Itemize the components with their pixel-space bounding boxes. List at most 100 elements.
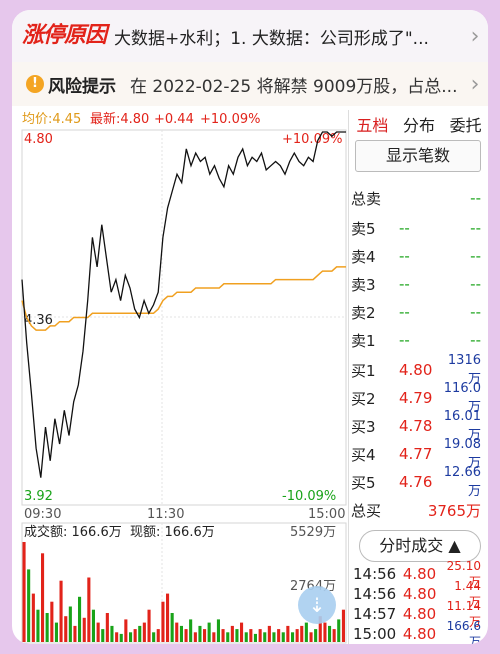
buy-level-label: 买3: [351, 417, 376, 436]
volume-bar: [87, 577, 91, 642]
sell-price: --: [399, 303, 410, 321]
buy-price: 4.80: [399, 361, 433, 379]
avg-price-line: [21, 266, 346, 331]
total-buy-label: 总买: [351, 501, 382, 520]
buy-level-label: 买2: [351, 389, 376, 408]
buy-price: 4.79: [399, 389, 433, 407]
volume-bar: [300, 625, 304, 642]
volume-bar: [253, 633, 257, 642]
tick-row: 15:00 4.80 166.6万: [349, 619, 488, 645]
buy-row[interactable]: 买5 4.76 12.66万: [349, 465, 488, 499]
sell-row[interactable]: 卖5 -- --: [349, 214, 488, 242]
time-mid-label: 11:30: [147, 507, 184, 522]
tick-trades-button[interactable]: 分时成交 ▲: [359, 530, 481, 562]
volume-bar: [332, 629, 336, 642]
current-amount-label: 现额: 166.6万: [130, 525, 215, 540]
volume-bar: [22, 542, 26, 642]
volume-bar: [68, 606, 72, 642]
volume-bar: [314, 629, 318, 642]
tab-distribution[interactable]: 分布: [396, 112, 443, 136]
limit-up-logo: 涨停原因: [22, 23, 107, 48]
tick-price: 4.80: [402, 565, 437, 583]
tick-price: 4.80: [403, 585, 437, 603]
y-bot-label: 3.92: [24, 489, 53, 504]
buy-row[interactable]: 买4 4.77 19.08万: [349, 437, 488, 471]
volume-bar: [328, 625, 332, 642]
sell-level-label: 卖4: [351, 247, 376, 266]
volume-bar: [59, 580, 63, 642]
volume-bar: [281, 632, 285, 642]
sell-row[interactable]: 卖4 -- --: [349, 242, 488, 270]
volume-bar: [152, 632, 156, 642]
volume-bar: [198, 625, 202, 642]
buy-level-label: 买1: [351, 361, 376, 380]
sell-volume: --: [470, 219, 481, 237]
tab-five-levels[interactable]: 五档: [349, 112, 396, 136]
buy-level-label: 买5: [351, 473, 376, 492]
order-book-panel: 五档 分布 委托 显示笔数 总卖 -- 卖5 -- -- 卖4 -- -- 卖3 -- -- 卖2…: [348, 110, 488, 644]
tick-price: 4.80: [402, 605, 437, 623]
avg-price-label: 均价:4.45: [22, 112, 81, 127]
chevron-right-icon[interactable]: ›: [462, 24, 488, 49]
volume-bar: [179, 625, 183, 642]
volume-bar: [286, 625, 290, 642]
sell-price: --: [399, 275, 410, 293]
volume-bar: [91, 609, 95, 642]
total-buy-value: 3765万: [427, 501, 481, 520]
tick-volume: 166.6万: [446, 618, 481, 645]
volume-bar: [230, 625, 234, 642]
tick-time: 14:56: [353, 585, 397, 603]
time-start-label: 09:30: [24, 507, 61, 522]
change-pct-label: +10.09%: [200, 112, 260, 127]
volume-max-label: 5529万: [290, 525, 336, 540]
buy-level-label: 买4: [351, 445, 376, 464]
y-top-label: 4.80: [24, 132, 53, 147]
tab-orders[interactable]: 委托: [442, 112, 488, 136]
tick-time: 15:00: [353, 625, 397, 643]
risk-warning-text: 在 2022-02-25 将解禁 9009万股，占总...: [130, 76, 458, 97]
volume-bar: [50, 601, 54, 642]
tick-time: 14:57: [353, 605, 397, 623]
volume-bar: [115, 632, 119, 642]
sell-row[interactable]: 卖3 -- --: [349, 270, 488, 298]
sell-row[interactable]: 卖2 -- --: [349, 298, 488, 326]
sell-volume: --: [470, 331, 481, 349]
sell-price: --: [399, 331, 410, 349]
total-buy-row: 总买 3765万: [349, 496, 488, 524]
sell-row[interactable]: 卖1 -- --: [349, 326, 488, 354]
limit-up-reason-banner[interactable]: 涨停原因 大数据+水利；1. 大数据：公司形成了"... ›: [12, 10, 488, 63]
volume-bar: [41, 553, 45, 642]
volume-bar: [27, 569, 31, 642]
volume-bar: [54, 622, 58, 642]
volume-bar: [105, 613, 109, 642]
intraday-chart[interactable]: 均价:4.45 最新:4.80 +0.44 +10.09% 4.80 4.36 …: [12, 110, 348, 644]
volume-bar: [235, 629, 239, 642]
volume-bar: [82, 617, 86, 642]
sell-volume: --: [470, 303, 481, 321]
buy-row[interactable]: 买3 4.78 16.01万: [349, 409, 488, 443]
chevron-right-icon[interactable]: ›: [462, 72, 488, 97]
pct-bot-label: -10.09%: [282, 489, 336, 504]
change-label: +0.44: [154, 112, 194, 127]
volume-bar: [184, 629, 188, 642]
volume-bar: [258, 629, 262, 642]
volume-bar: [272, 632, 276, 642]
volume-bar: [110, 625, 114, 642]
volume-bar: [263, 632, 267, 642]
volume-bar: [73, 625, 77, 642]
scroll-down-icon[interactable]: ⇣: [298, 586, 336, 624]
show-count-button[interactable]: 显示笔数: [355, 140, 481, 172]
buy-row[interactable]: 买2 4.79 116.0万: [349, 381, 488, 415]
time-end-label: 15:00: [308, 507, 345, 522]
volume-bar: [207, 622, 211, 642]
volume-bar: [249, 629, 253, 642]
volume-bar: [142, 622, 146, 642]
risk-warning-banner[interactable]: ! 风险提示 在 2022-02-25 将解禁 9009万股，占总... ›: [12, 62, 488, 106]
volume-bar: [129, 632, 133, 642]
volume-bar: [189, 619, 193, 642]
volume-bar: [341, 609, 345, 642]
sell-price: --: [399, 247, 410, 265]
sell-volume: --: [470, 247, 481, 265]
volume-bar: [64, 616, 68, 642]
buy-row[interactable]: 买1 4.80 1316万: [349, 353, 488, 387]
